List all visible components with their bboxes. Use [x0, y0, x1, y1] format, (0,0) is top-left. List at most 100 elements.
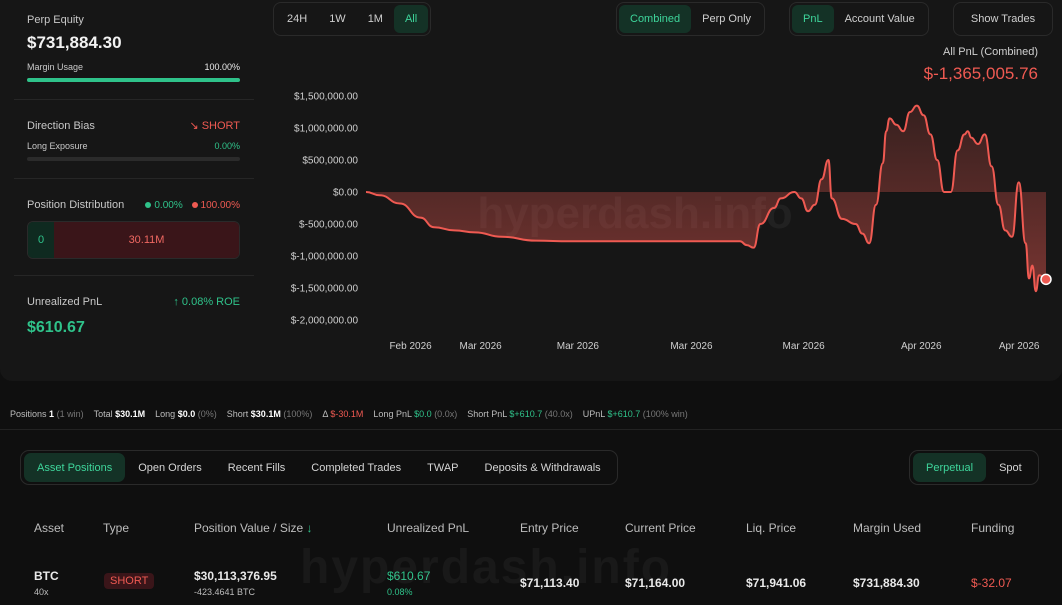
col-liq-price[interactable]: Liq. Price: [746, 521, 796, 535]
y-tick-label: $-500,000.00: [299, 220, 358, 231]
mode-button-combined[interactable]: Combined: [619, 5, 692, 33]
show-trades-group: Show Trades: [953, 2, 1053, 36]
stat-short-label: Short: [226, 409, 249, 419]
long-dot-icon: [145, 201, 152, 208]
chart-header: All PnL (Combined) $-1,365,005.76: [924, 46, 1038, 84]
x-tick-label: Mar 2026: [783, 341, 826, 352]
stat-delta-value: $-30.1M: [330, 409, 364, 419]
divider: [14, 99, 254, 100]
stat-positions-note: (1 win): [56, 409, 84, 419]
tab-perpetual[interactable]: Perpetual: [913, 453, 987, 482]
status-badge: SHORT: [104, 573, 155, 589]
row-size: -423.4641 BTC: [194, 587, 256, 597]
tab-asset-positions[interactable]: Asset Positions: [24, 453, 126, 482]
col-position-value[interactable]: Position Value / Size ↓: [194, 521, 313, 535]
position-distribution-legend: 0.00% 100.00%: [137, 200, 240, 211]
row-asset: BTC: [34, 569, 59, 583]
overview-panel: Perp Equity $731,884.30 Margin Usage 100…: [0, 0, 1062, 381]
direction-bias-row: Direction Bias ↘ SHORT: [27, 119, 240, 133]
row-margin-used: $731,884.30: [853, 576, 920, 590]
x-tick-label: Apr 2026: [999, 341, 1040, 352]
unrealized-pnl-value: $610.67: [27, 319, 85, 336]
stat-long: Long $0.0 (0%): [155, 409, 217, 419]
account-summary: Perp Equity $731,884.30 Margin Usage 100…: [0, 0, 254, 381]
col-position-value-label: Position Value / Size: [194, 521, 304, 535]
stat-short-value: $30.1M: [250, 409, 281, 419]
stat-long-pnl: Long PnL $0.0 (0.0x): [373, 409, 457, 419]
tab-completed-trades[interactable]: Completed Trades: [298, 453, 414, 482]
metric-button-account-value[interactable]: Account Value: [834, 5, 926, 33]
col-type[interactable]: Type: [103, 521, 129, 535]
position-distribution-section: Position Distribution 0.00% 100.00% 0 30…: [27, 199, 240, 259]
range-button-1m[interactable]: 1M: [357, 5, 394, 33]
x-tick-label: Mar 2026: [670, 341, 713, 352]
dist-short-pct: 100.00%: [200, 199, 240, 211]
stat-upnl-note: (100% win): [642, 409, 688, 419]
watermark-logo: hyperdash.info: [300, 540, 672, 595]
stat-long-pnl-label: Long PnL: [373, 409, 412, 419]
row-liq-price: $71,941.06: [746, 576, 807, 590]
show-trades-button[interactable]: Show Trades: [960, 5, 1046, 33]
direction-bias-label: Direction Bias: [27, 119, 95, 132]
range-button-all[interactable]: All: [393, 5, 429, 33]
col-current-price[interactable]: Current Price: [625, 521, 696, 535]
position-distribution-bar: 0 30.11M: [27, 221, 240, 259]
positions-stats-bar: Positions 1 (1 win) Total $30.1M Long $0…: [10, 409, 688, 419]
margin-usage-bar: [27, 78, 240, 82]
stat-upnl: UPnL $+610.7 (100% win): [583, 409, 688, 419]
y-tick-label: $1,500,000.00: [294, 92, 358, 103]
col-unrealized-pnl[interactable]: Unrealized PnL: [387, 521, 469, 535]
y-tick-label: $-1,000,000.00: [291, 252, 359, 263]
margin-usage-bar-fill: [27, 78, 240, 82]
pnl-chart[interactable]: $1,500,000.00 $1,000,000.00 $500,000.00 $0.…: [270, 80, 1056, 365]
stat-upnl-value: $+610.7: [607, 409, 641, 419]
stat-short-pnl-label: Short PnL: [467, 409, 507, 419]
metric-button-pnl[interactable]: PnL: [792, 5, 834, 33]
stat-delta-label: Δ: [322, 409, 328, 419]
chart-header-label: All PnL (Combined): [943, 46, 1038, 58]
col-entry-price[interactable]: Entry Price: [520, 521, 579, 535]
y-tick-label: $1,000,000.00: [294, 124, 358, 135]
short-dot-icon: [191, 201, 198, 208]
tab-deposits-withdrawals[interactable]: Deposits & Withdrawals: [472, 453, 614, 482]
tab-open-orders[interactable]: Open Orders: [125, 453, 215, 482]
mode-selector: Combined Perp Only: [616, 2, 766, 36]
row-pnl-pct: 0.08%: [387, 587, 413, 597]
pnl-last-point: [1040, 273, 1052, 286]
stat-total-label: Total: [93, 409, 113, 419]
stat-total-value: $30.1M: [115, 409, 146, 419]
col-margin-used[interactable]: Margin Used: [853, 521, 921, 535]
tab-twap[interactable]: TWAP: [414, 453, 471, 482]
y-tick-label: $-2,000,000.00: [291, 316, 359, 327]
tab-spot[interactable]: Spot: [986, 453, 1035, 482]
x-tick-label: Feb 2026: [389, 341, 432, 352]
positions-tabs: Asset Positions Open Orders Recent Fills…: [20, 450, 618, 485]
unrealized-pnl-roe: 0.08% ROE: [181, 296, 240, 308]
direction-bias-value: SHORT: [201, 120, 240, 132]
range-button-1w[interactable]: 1W: [318, 5, 357, 33]
margin-usage-row: Margin Usage 100.00%: [27, 62, 240, 72]
x-tick-label: Apr 2026: [901, 341, 942, 352]
stat-positions: Positions 1 (1 win): [10, 409, 84, 419]
unrealized-pnl-label: Unrealized PnL: [27, 296, 103, 308]
col-asset[interactable]: Asset: [34, 521, 64, 535]
row-position-value: $30,113,376.95: [194, 569, 277, 583]
stat-positions-value: 1: [49, 409, 55, 419]
long-exposure-value: 0.00%: [214, 141, 240, 151]
range-button-24h[interactable]: 24H: [276, 5, 318, 33]
roe-badge: ↑ 0.08% ROE: [173, 296, 240, 308]
margin-usage-value: 100.00%: [204, 62, 240, 72]
divider: [0, 429, 1062, 430]
unrealized-pnl-row: Unrealized PnL ↑ 0.08% ROE: [27, 296, 240, 308]
divider: [14, 275, 254, 276]
x-tick-label: Mar 2026: [460, 341, 503, 352]
dist-short-segment: 30.11M: [54, 222, 239, 258]
row-leverage: 40x: [34, 587, 49, 597]
col-funding[interactable]: Funding: [971, 521, 1014, 535]
perp-equity-value: $731,884.30: [27, 33, 122, 52]
mode-button-perp-only[interactable]: Perp Only: [691, 5, 762, 33]
direction-bias-section: Direction Bias ↘ SHORT Long Exposure 0.0…: [27, 119, 240, 161]
long-exposure-bar: [27, 157, 240, 161]
stat-long-pnl-value: $0.0: [414, 409, 432, 419]
tab-recent-fills[interactable]: Recent Fills: [215, 453, 298, 482]
